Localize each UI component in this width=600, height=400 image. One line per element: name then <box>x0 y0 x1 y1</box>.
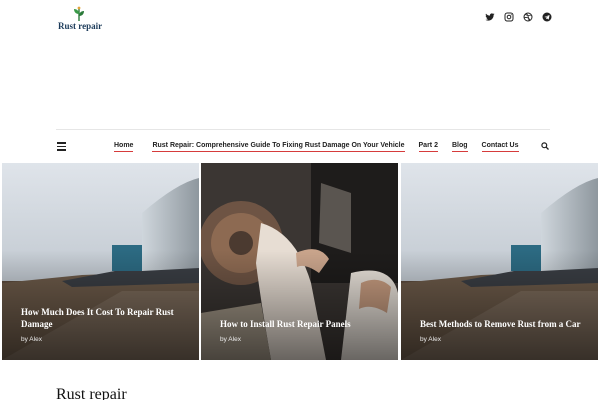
nav-item-blog[interactable]: Blog <box>451 142 468 152</box>
logo-text: Rust repair <box>58 21 103 31</box>
nav-menu: Home Rust Repair: Comprehensive Guide To… <box>114 142 519 152</box>
featured-card[interactable]: How Much Does It Cost To Repair Rust Dam… <box>2 163 199 360</box>
social-links <box>485 12 552 22</box>
featured-card[interactable]: How to Install Rust Repair Panels by Ale… <box>201 163 398 360</box>
card-title[interactable]: How Much Does It Cost To Repair Rust Dam… <box>21 306 187 330</box>
dribbble-icon[interactable] <box>523 12 533 22</box>
featured-card[interactable]: Best Methods to Remove Rust from a Car b… <box>401 163 598 360</box>
search-icon[interactable] <box>541 142 549 150</box>
leaf-logo-icon <box>74 6 84 21</box>
twitter-icon[interactable] <box>485 12 495 22</box>
card-author[interactable]: by Alex <box>220 336 241 343</box>
card-title[interactable]: Best Methods to Remove Rust from a Car <box>420 318 586 330</box>
hamburger-menu-icon[interactable] <box>57 142 66 151</box>
nav-item-part-2[interactable]: Part 2 <box>418 142 438 152</box>
instagram-icon[interactable] <box>504 12 514 22</box>
card-author[interactable]: by Alex <box>21 336 42 343</box>
nav-item-rust-repair-guide[interactable]: Rust Repair: Comprehensive Guide To Fixi… <box>152 142 405 152</box>
nav-item-contact-us[interactable]: Contact Us <box>481 142 519 152</box>
card-author[interactable]: by Alex <box>420 336 441 343</box>
telegram-icon[interactable] <box>542 12 552 22</box>
main-navigation: Home Rust Repair: Comprehensive Guide To… <box>56 129 550 163</box>
site-logo[interactable]: Rust repair <box>58 6 102 32</box>
card-title[interactable]: How to Install Rust Repair Panels <box>220 318 386 330</box>
featured-posts: How Much Does It Cost To Repair Rust Dam… <box>0 163 600 360</box>
nav-item-home[interactable]: Home <box>114 142 134 152</box>
section-heading: Rust repair <box>56 386 127 400</box>
